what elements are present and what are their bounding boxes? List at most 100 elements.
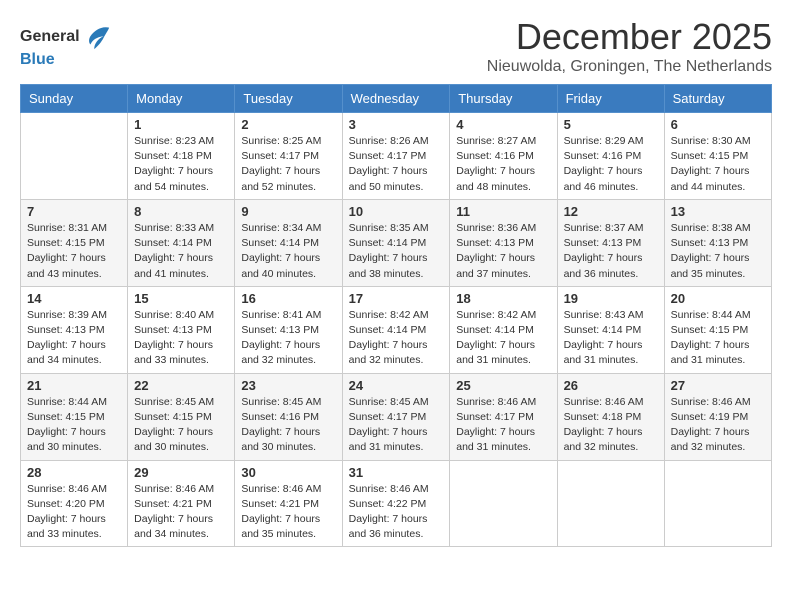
calendar-table: SundayMondayTuesdayWednesdayThursdayFrid… (20, 84, 772, 547)
day-info: Sunrise: 8:27 AMSunset: 4:16 PMDaylight:… (456, 134, 550, 195)
calendar-cell: 13 Sunrise: 8:38 AMSunset: 4:13 PMDayligh… (664, 199, 771, 286)
day-number: 31 (349, 465, 444, 480)
day-info: Sunrise: 8:36 AMSunset: 4:13 PMDaylight:… (456, 221, 550, 282)
day-number: 5 (564, 117, 658, 132)
day-number: 20 (671, 291, 765, 306)
calendar-cell: 6 Sunrise: 8:30 AMSunset: 4:15 PMDaylight… (664, 113, 771, 200)
calendar-cell: 18 Sunrise: 8:42 AMSunset: 4:14 PMDayligh… (450, 286, 557, 373)
day-number: 12 (564, 204, 658, 219)
calendar-cell: 27 Sunrise: 8:46 AMSunset: 4:19 PMDayligh… (664, 373, 771, 460)
day-info: Sunrise: 8:23 AMSunset: 4:18 PMDaylight:… (134, 134, 228, 195)
calendar-cell: 1 Sunrise: 8:23 AMSunset: 4:18 PMDaylight… (128, 113, 235, 200)
day-number: 28 (27, 465, 121, 480)
day-info: Sunrise: 8:29 AMSunset: 4:16 PMDaylight:… (564, 134, 658, 195)
calendar-cell: 14 Sunrise: 8:39 AMSunset: 4:13 PMDayligh… (21, 286, 128, 373)
day-info: Sunrise: 8:42 AMSunset: 4:14 PMDaylight:… (349, 308, 444, 369)
calendar-cell: 29Sunrise: 8:46 AMSunset: 4:21 PMDayligh… (128, 460, 235, 547)
day-info: Sunrise: 8:43 AMSunset: 4:14 PMDaylight:… (564, 308, 658, 369)
day-number: 1 (134, 117, 228, 132)
day-info: Sunrise: 8:45 AMSunset: 4:17 PMDaylight:… (349, 395, 444, 456)
calendar-cell: 20Sunrise: 8:44 AMSunset: 4:15 PMDayligh… (664, 286, 771, 373)
day-info: Sunrise: 8:38 AMSunset: 4:13 PMDaylight:… (671, 221, 765, 282)
day-number: 30 (241, 465, 335, 480)
day-number: 23 (241, 378, 335, 393)
calendar-cell: 21 Sunrise: 8:44 AMSunset: 4:15 PMDayligh… (21, 373, 128, 460)
day-number: 10 (349, 204, 444, 219)
month-title: December 2025 (111, 16, 772, 58)
calendar-cell: 23 Sunrise: 8:45 AMSunset: 4:16 PMDayligh… (235, 373, 342, 460)
calendar-cell (450, 460, 557, 547)
day-info: Sunrise: 8:42 AMSunset: 4:14 PMDaylight:… (456, 308, 550, 369)
day-number: 13 (671, 204, 765, 219)
day-number: 19 (564, 291, 658, 306)
day-number: 4 (456, 117, 550, 132)
column-header-friday: Friday (557, 85, 664, 113)
location-subtitle: Nieuwolda, Groningen, The Netherlands (111, 58, 772, 76)
day-number: 24 (349, 378, 444, 393)
day-number: 11 (456, 204, 550, 219)
day-number: 17 (349, 291, 444, 306)
calendar-cell: 31 Sunrise: 8:46 AMSunset: 4:22 PMDayligh… (342, 460, 450, 547)
title-section: December 2025 Nieuwolda, Groningen, The … (111, 16, 772, 76)
day-info: Sunrise: 8:45 AMSunset: 4:16 PMDaylight:… (241, 395, 335, 456)
calendar-cell: 5 Sunrise: 8:29 AMSunset: 4:16 PMDaylight… (557, 113, 664, 200)
day-info: Sunrise: 8:46 AMSunset: 4:22 PMDaylight:… (349, 482, 444, 543)
day-info: Sunrise: 8:39 AMSunset: 4:13 PMDaylight:… (27, 308, 121, 369)
calendar-cell: 10 Sunrise: 8:35 AMSunset: 4:14 PMDayligh… (342, 199, 450, 286)
calendar-cell: 25 Sunrise: 8:46 AMSunset: 4:17 PMDayligh… (450, 373, 557, 460)
day-info: Sunrise: 8:45 AMSunset: 4:15 PMDaylight:… (134, 395, 228, 456)
day-number: 6 (671, 117, 765, 132)
calendar-cell: 4 Sunrise: 8:27 AMSunset: 4:16 PMDaylight… (450, 113, 557, 200)
day-info: Sunrise: 8:30 AMSunset: 4:15 PMDaylight:… (671, 134, 765, 195)
calendar-cell: 2 Sunrise: 8:25 AMSunset: 4:17 PMDaylight… (235, 113, 342, 200)
day-number: 7 (27, 204, 121, 219)
day-number: 21 (27, 378, 121, 393)
day-number: 9 (241, 204, 335, 219)
day-info: Sunrise: 8:44 AMSunset: 4:15 PMDaylight:… (27, 395, 121, 456)
day-info: Sunrise: 8:46 AMSunset: 4:19 PMDaylight:… (671, 395, 765, 456)
calendar-cell: 15 Sunrise: 8:40 AMSunset: 4:13 PMDayligh… (128, 286, 235, 373)
calendar-cell (664, 460, 771, 547)
calendar-cell: 28 Sunrise: 8:46 AMSunset: 4:20 PMDayligh… (21, 460, 128, 547)
day-number: 25 (456, 378, 550, 393)
day-info: Sunrise: 8:34 AMSunset: 4:14 PMDaylight:… (241, 221, 335, 282)
day-info: Sunrise: 8:35 AMSunset: 4:14 PMDaylight:… (349, 221, 444, 282)
day-info: Sunrise: 8:26 AMSunset: 4:17 PMDaylight:… (349, 134, 444, 195)
day-number: 2 (241, 117, 335, 132)
calendar-cell: 7 Sunrise: 8:31 AMSunset: 4:15 PMDaylight… (21, 199, 128, 286)
day-info: Sunrise: 8:31 AMSunset: 4:15 PMDaylight:… (27, 221, 121, 282)
day-number: 3 (349, 117, 444, 132)
column-header-tuesday: Tuesday (235, 85, 342, 113)
day-number: 22 (134, 378, 228, 393)
day-info: Sunrise: 8:40 AMSunset: 4:13 PMDaylight:… (134, 308, 228, 369)
logo-general-text: General (20, 28, 80, 46)
calendar-week-row: 28 Sunrise: 8:46 AMSunset: 4:20 PMDayligh… (21, 460, 772, 547)
column-header-sunday: Sunday (21, 85, 128, 113)
day-info: Sunrise: 8:46 AMSunset: 4:21 PMDaylight:… (241, 482, 335, 543)
column-header-saturday: Saturday (664, 85, 771, 113)
logo-bird-icon (83, 23, 111, 51)
day-number: 15 (134, 291, 228, 306)
day-number: 16 (241, 291, 335, 306)
column-header-thursday: Thursday (450, 85, 557, 113)
day-number: 8 (134, 204, 228, 219)
day-info: Sunrise: 8:46 AMSunset: 4:18 PMDaylight:… (564, 395, 658, 456)
calendar-cell: 30 Sunrise: 8:46 AMSunset: 4:21 PMDayligh… (235, 460, 342, 547)
calendar-cell: 11 Sunrise: 8:36 AMSunset: 4:13 PMDayligh… (450, 199, 557, 286)
day-number: 18 (456, 291, 550, 306)
day-info: Sunrise: 8:46 AMSunset: 4:17 PMDaylight:… (456, 395, 550, 456)
calendar-cell: 24 Sunrise: 8:45 AMSunset: 4:17 PMDayligh… (342, 373, 450, 460)
day-info: Sunrise: 8:25 AMSunset: 4:17 PMDaylight:… (241, 134, 335, 195)
calendar-cell: 26Sunrise: 8:46 AMSunset: 4:18 PMDayligh… (557, 373, 664, 460)
calendar-cell: 12Sunrise: 8:37 AMSunset: 4:13 PMDayligh… (557, 199, 664, 286)
column-header-monday: Monday (128, 85, 235, 113)
calendar-cell (557, 460, 664, 547)
day-info: Sunrise: 8:46 AMSunset: 4:20 PMDaylight:… (27, 482, 121, 543)
calendar-cell: 22 Sunrise: 8:45 AMSunset: 4:15 PMDayligh… (128, 373, 235, 460)
day-number: 14 (27, 291, 121, 306)
calendar-cell: 8 Sunrise: 8:33 AMSunset: 4:14 PMDaylight… (128, 199, 235, 286)
calendar-cell: 16Sunrise: 8:41 AMSunset: 4:13 PMDayligh… (235, 286, 342, 373)
calendar-cell: 3 Sunrise: 8:26 AMSunset: 4:17 PMDaylight… (342, 113, 450, 200)
day-number: 27 (671, 378, 765, 393)
day-info: Sunrise: 8:33 AMSunset: 4:14 PMDaylight:… (134, 221, 228, 282)
